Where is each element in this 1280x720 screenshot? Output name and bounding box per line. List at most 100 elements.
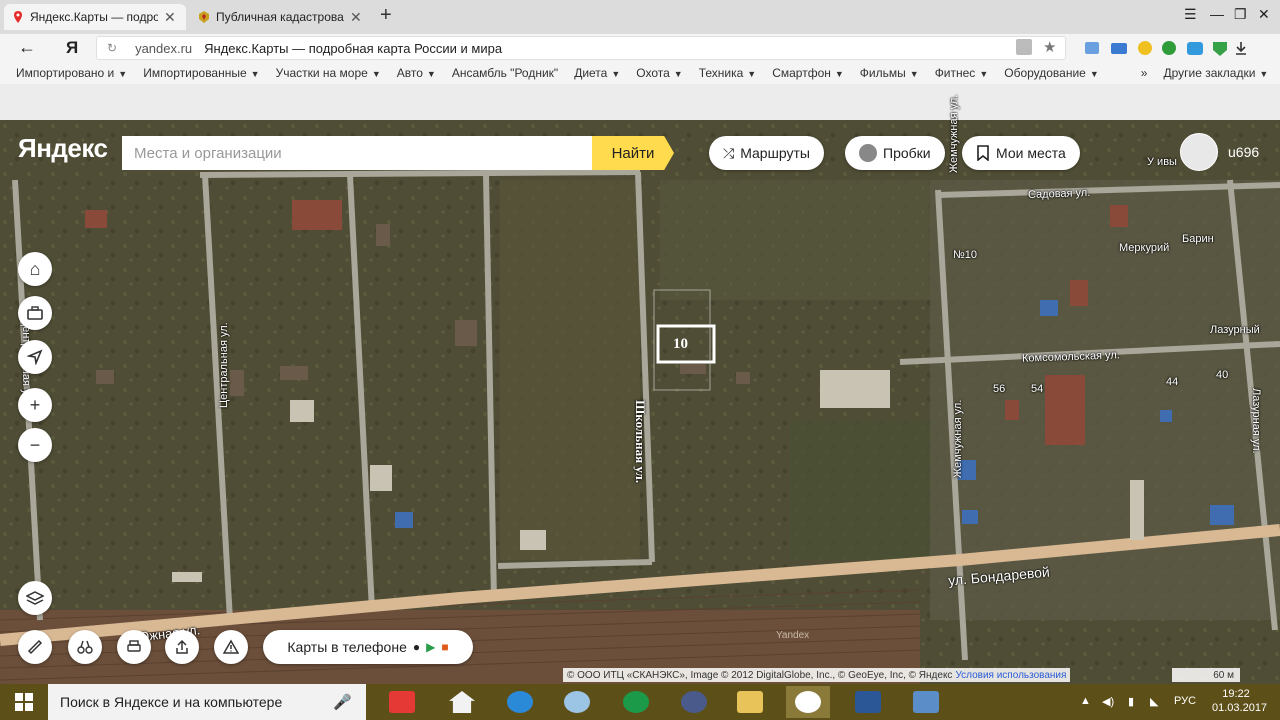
bookmark-item[interactable]: Оборудование ▼	[1004, 66, 1099, 80]
yandex-browser-icon[interactable]	[786, 686, 830, 718]
app-icon[interactable]	[672, 686, 716, 718]
network-icon[interactable]: ▮	[1128, 695, 1134, 708]
avatar[interactable]	[1180, 133, 1218, 171]
house-number: 40	[1216, 369, 1229, 381]
briefcase-icon[interactable]	[18, 296, 52, 330]
panorama-icon[interactable]	[68, 630, 102, 664]
map-copyright: © ООО ИТЦ «СКАНЭКС», Image © 2012 Digita…	[563, 668, 1071, 682]
zoom-out-button[interactable]: −	[18, 428, 52, 462]
house-number: №10	[953, 249, 978, 261]
other-bookmarks[interactable]: Другие закладки ▼	[1163, 66, 1268, 80]
bookmark-item[interactable]: Техника ▼	[699, 66, 757, 80]
poi-label[interactable]: У ивы	[1147, 156, 1177, 168]
ruler-icon[interactable]	[18, 630, 52, 664]
home-icon[interactable]: ⌂	[18, 252, 52, 286]
photo-app-icon[interactable]	[904, 686, 948, 718]
bookmark-item[interactable]: Фитнес ▼	[935, 66, 989, 80]
bookmark-item[interactable]: Фильмы ▼	[860, 66, 919, 80]
google-play-icon: ▶	[426, 640, 436, 654]
address-bar-row: ← Я ↻ yandex.ru Яндекс.Карты — подробная…	[0, 34, 1280, 62]
poi-label[interactable]: Барин	[1182, 233, 1214, 245]
new-tab-button[interactable]: +	[380, 4, 392, 27]
mail-icon	[1111, 43, 1127, 54]
language-indicator[interactable]: РУС	[1174, 695, 1196, 707]
download-icon	[1236, 42, 1246, 55]
yandex-logo-icon[interactable]: Я	[66, 38, 78, 58]
bookmarks-bar: Импортировано и ▼ Импортированные ▼ Участк…	[0, 62, 1280, 84]
emblem-icon	[199, 11, 209, 23]
bookmark-item[interactable]: Импортировано и ▼	[16, 66, 127, 80]
tab-title: Яндекс.Карты — подроб	[30, 10, 158, 24]
address-domain: yandex.ru	[135, 40, 193, 56]
street-label: Жемчужная ул.	[952, 399, 964, 478]
shield-icon	[1213, 42, 1227, 56]
terms-link[interactable]: Условия использования	[955, 670, 1066, 681]
plot-number: 10	[673, 336, 688, 352]
more-bookmarks-icon[interactable]: »	[1141, 66, 1148, 80]
street-label: Жемчужная ул.	[948, 94, 960, 173]
tab-cadastral[interactable]: Публичная кадастровая ка ✕	[190, 4, 372, 30]
star-icon[interactable]: ★	[1043, 38, 1056, 56]
reload-icon[interactable]: ↻	[107, 41, 117, 55]
street-label: Центральная ул.	[218, 322, 230, 408]
taskbar-search[interactable]: Поиск в Яндексе и на компьютере 🎤	[48, 684, 366, 720]
wifi-icon[interactable]: ◣	[1150, 695, 1158, 708]
word-icon[interactable]	[846, 686, 890, 718]
poi-label[interactable]: Лазурный	[1210, 324, 1260, 336]
address-field[interactable]: ↻ yandex.ru Яндекс.Карты — подробная кар…	[96, 36, 1066, 60]
tray-arrow-icon[interactable]: ▲	[1080, 695, 1091, 707]
back-icon[interactable]: ←	[18, 37, 36, 58]
maps-in-phone-button[interactable]: Карты в телефоне ● ▶ ■	[263, 630, 473, 664]
bookmark-item[interactable]: Диета ▼	[574, 66, 620, 80]
search-button[interactable]: Найти	[592, 136, 674, 170]
share-icon[interactable]	[165, 630, 199, 664]
folder-icon[interactable]	[728, 686, 772, 718]
yandex-logo[interactable]: Яндекс	[18, 133, 108, 164]
yandex-app-icon[interactable]	[380, 686, 424, 718]
house-number: 44	[1166, 376, 1179, 388]
home-app-icon[interactable]	[440, 686, 484, 718]
username[interactable]: u696	[1228, 144, 1259, 160]
close-tab-icon[interactable]: ✕	[350, 9, 362, 26]
minimize-icon[interactable]: —	[1210, 6, 1224, 22]
app-icon[interactable]	[614, 686, 658, 718]
extension-icon	[1187, 42, 1203, 55]
routes-button[interactable]: ⤮ Маршруты	[709, 136, 824, 170]
search-input[interactable]: Места и организации	[122, 136, 592, 170]
explorer-icon[interactable]	[555, 686, 599, 718]
close-window-icon[interactable]: ✕	[1258, 6, 1270, 23]
volume-icon[interactable]: ◀)	[1102, 695, 1114, 708]
taskbar: Поиск в Яндексе и на компьютере 🎤 ▲ ◀) ▮…	[0, 684, 1280, 720]
bookmark-icon	[977, 145, 989, 161]
warning-icon[interactable]	[214, 630, 248, 664]
start-button[interactable]	[0, 684, 48, 720]
bookmark-item[interactable]: Участки на море ▼	[276, 66, 381, 80]
clock[interactable]: 19:22 01.03.2017	[1212, 687, 1267, 715]
microphone-icon[interactable]: 🎤	[333, 693, 352, 711]
route-icon: ⤮	[723, 144, 735, 161]
bookmark-item[interactable]: Авто ▼	[397, 66, 436, 80]
my-places-button[interactable]: Мои места	[962, 136, 1080, 170]
house-number: 54	[1031, 383, 1044, 395]
bookmark-item[interactable]: Ансамбль "Родник"	[452, 66, 558, 80]
location-icon[interactable]	[18, 340, 52, 374]
layers-icon[interactable]	[18, 581, 52, 615]
page-top-strip	[0, 84, 1280, 120]
close-tab-icon[interactable]: ✕	[164, 9, 176, 26]
tab-yandex-maps[interactable]: Яндекс.Карты — подроб ✕	[4, 4, 186, 30]
street-label: Лазурная ул.	[1250, 388, 1262, 454]
traffic-button[interactable]: Пробки	[845, 136, 945, 170]
bookmark-item[interactable]: Смартфон ▼	[772, 66, 844, 80]
print-icon[interactable]	[117, 630, 151, 664]
poi-label[interactable]: Меркурий	[1119, 242, 1169, 254]
tab-title: Публичная кадастровая ка	[216, 10, 344, 24]
menu-icon[interactable]: ☰	[1184, 6, 1197, 23]
bookmark-item[interactable]: Охота ▼	[636, 66, 682, 80]
extension-icon	[1162, 41, 1176, 55]
restore-icon[interactable]: ❐	[1234, 6, 1247, 23]
protect-icon[interactable]	[1016, 39, 1032, 55]
edge-icon[interactable]	[498, 686, 542, 718]
bookmark-item[interactable]: Импортированные ▼	[143, 66, 259, 80]
zoom-in-button[interactable]: +	[18, 388, 52, 422]
extensions-bar	[1085, 41, 1246, 56]
